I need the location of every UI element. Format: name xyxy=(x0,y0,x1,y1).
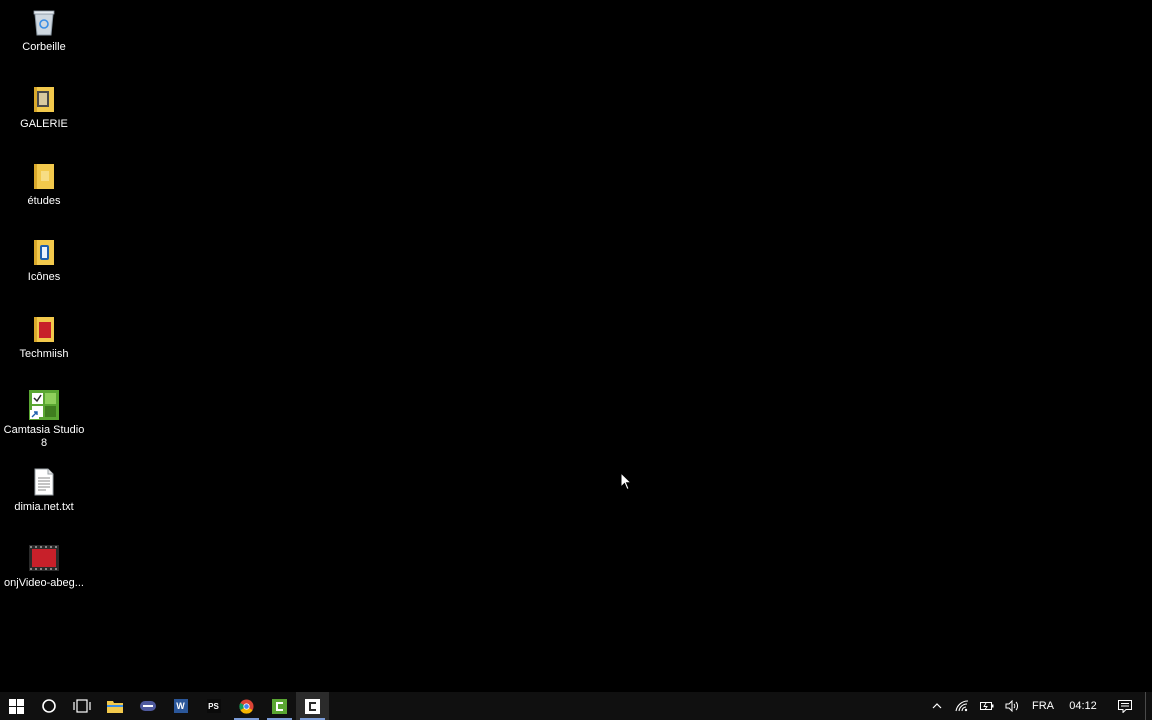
desktop-icon-icones[interactable]: Icônes xyxy=(2,236,86,284)
folder-icon xyxy=(106,701,123,713)
action-center-button[interactable] xyxy=(1105,692,1145,720)
battery-icon xyxy=(980,702,994,710)
folder-icon xyxy=(28,236,60,268)
desktop-icon-label: Corbeille xyxy=(22,41,66,53)
desktop-icon-label: Camtasia Studio 8 xyxy=(3,424,85,449)
desktop[interactable]: Corbeille GALERIE études Icônes Techmiis… xyxy=(0,0,1152,692)
folder-icon xyxy=(28,83,60,115)
desktop-icon-label: onjVideo-abeg... xyxy=(4,577,84,589)
input-language-button[interactable]: FRA xyxy=(1025,692,1061,720)
task-view-button[interactable] xyxy=(65,692,98,720)
word-button[interactable]: W xyxy=(164,692,197,720)
system-tray: FRA 04:12 xyxy=(925,692,1152,720)
camtasia-icon xyxy=(272,698,287,714)
network-button[interactable] xyxy=(949,692,975,720)
task-view-icon xyxy=(72,699,91,713)
volume-button[interactable] xyxy=(999,692,1025,720)
desktop-icon-etudes[interactable]: études xyxy=(2,160,86,208)
circle-icon xyxy=(41,699,56,713)
mouse-cursor-icon xyxy=(620,472,632,491)
desktop-icon-techmiish[interactable]: Techmiish xyxy=(2,313,86,361)
file-explorer-button[interactable] xyxy=(98,692,131,720)
chrome-icon xyxy=(239,698,254,714)
app-button[interactable] xyxy=(131,692,164,720)
start-button[interactable] xyxy=(0,692,32,720)
desktop-icon-label: dimia.net.txt xyxy=(14,501,74,513)
text-file-icon xyxy=(28,466,60,498)
desktop-icon-label: Icônes xyxy=(27,271,61,283)
camtasia-icon xyxy=(305,698,320,714)
chevron-up-icon xyxy=(932,703,942,709)
ps-icon: PS xyxy=(206,699,221,713)
cortana-search-button[interactable] xyxy=(32,692,65,720)
desktop-icon-label: études xyxy=(27,195,61,207)
windows-logo-icon xyxy=(8,698,24,714)
show-desktop-button[interactable] xyxy=(1145,692,1152,720)
speaker-icon xyxy=(1005,700,1018,712)
wifi-icon xyxy=(955,700,969,712)
desktop-icon-recycle-bin[interactable]: Corbeille xyxy=(2,6,86,54)
battery-button[interactable] xyxy=(975,692,999,720)
camtasia-button[interactable] xyxy=(263,692,296,720)
desktop-icon-label: Techmiish xyxy=(19,348,69,360)
video-file-icon xyxy=(28,542,60,574)
desktop-icon-dimia-txt[interactable]: dimia.net.txt xyxy=(2,466,86,514)
photoshop-button[interactable]: PS xyxy=(197,692,230,720)
folder-icon xyxy=(28,160,60,192)
desktop-icon-camtasia-studio[interactable]: Camtasia Studio 8 xyxy=(2,389,86,450)
desktop-icon-galerie[interactable]: GALERIE xyxy=(2,83,86,131)
word-icon: W xyxy=(173,699,188,713)
taskbar: W PS FRA 04:12 xyxy=(0,692,1152,720)
desktop-icon-video[interactable]: onjVideo-abeg... xyxy=(2,542,86,590)
recycle-bin-icon xyxy=(28,6,60,38)
show-hidden-icons-button[interactable] xyxy=(925,692,949,720)
camtasia-shortcut-icon xyxy=(28,389,60,421)
pill-icon xyxy=(139,701,156,711)
notification-icon xyxy=(1118,699,1132,713)
clock-button[interactable]: 04:12 xyxy=(1061,692,1105,720)
chrome-button[interactable] xyxy=(230,692,263,720)
camtasia-recorder-button[interactable] xyxy=(296,692,329,720)
desktop-icon-label: GALERIE xyxy=(20,118,68,130)
folder-icon xyxy=(28,313,60,345)
